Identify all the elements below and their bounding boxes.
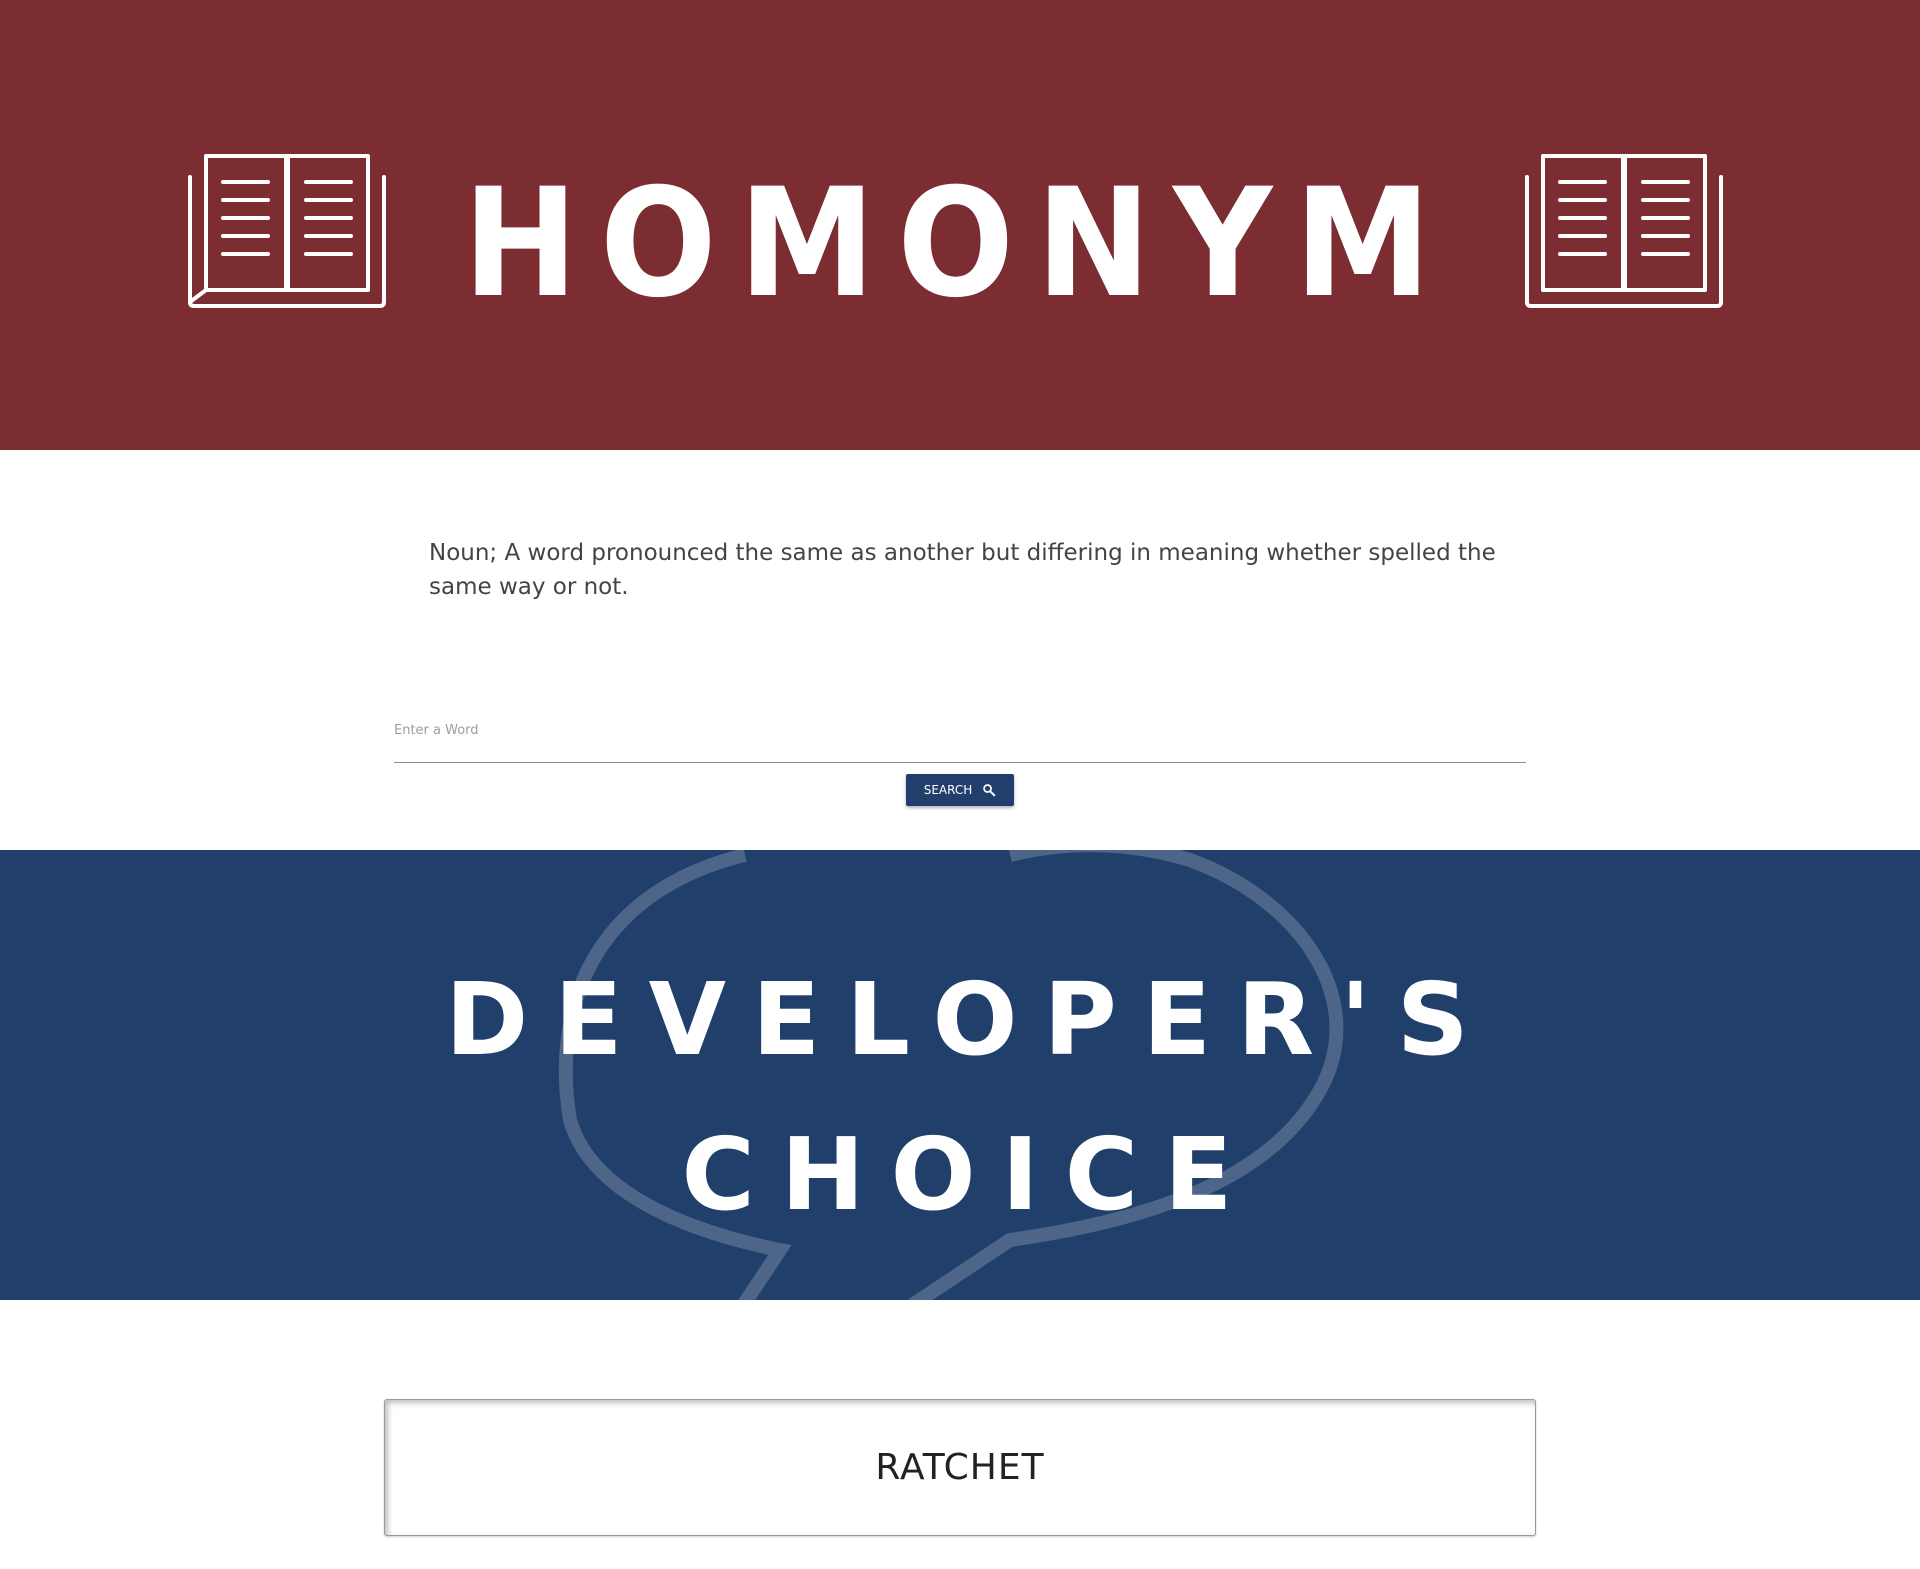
open-book-icon xyxy=(1525,154,1723,308)
developers-choice-line2: CHOICE xyxy=(681,1116,1259,1233)
homonym-logo: HOMONYM xyxy=(463,157,1453,310)
search-button[interactable]: SEARCH xyxy=(906,774,1014,806)
logo-title: HOMONYM xyxy=(463,157,1453,310)
hero-banner: HOMONYM xyxy=(0,0,1920,450)
developers-choice-banner: DEVELOPER'S CHOICE xyxy=(0,850,1920,1300)
developers-choice-line1: DEVELOPER'S xyxy=(445,961,1495,1078)
open-book-icon xyxy=(188,154,386,308)
definition-text: Noun; A word pronounced the same as anot… xyxy=(429,540,1496,600)
featured-word-card[interactable]: RATCHET xyxy=(384,1399,1536,1536)
search-button-label: SEARCH xyxy=(923,783,973,797)
featured-word: RATCHET xyxy=(875,1447,1045,1488)
search-field[interactable] xyxy=(394,710,1526,763)
search-input[interactable] xyxy=(394,710,1526,750)
search-icon xyxy=(983,784,996,797)
